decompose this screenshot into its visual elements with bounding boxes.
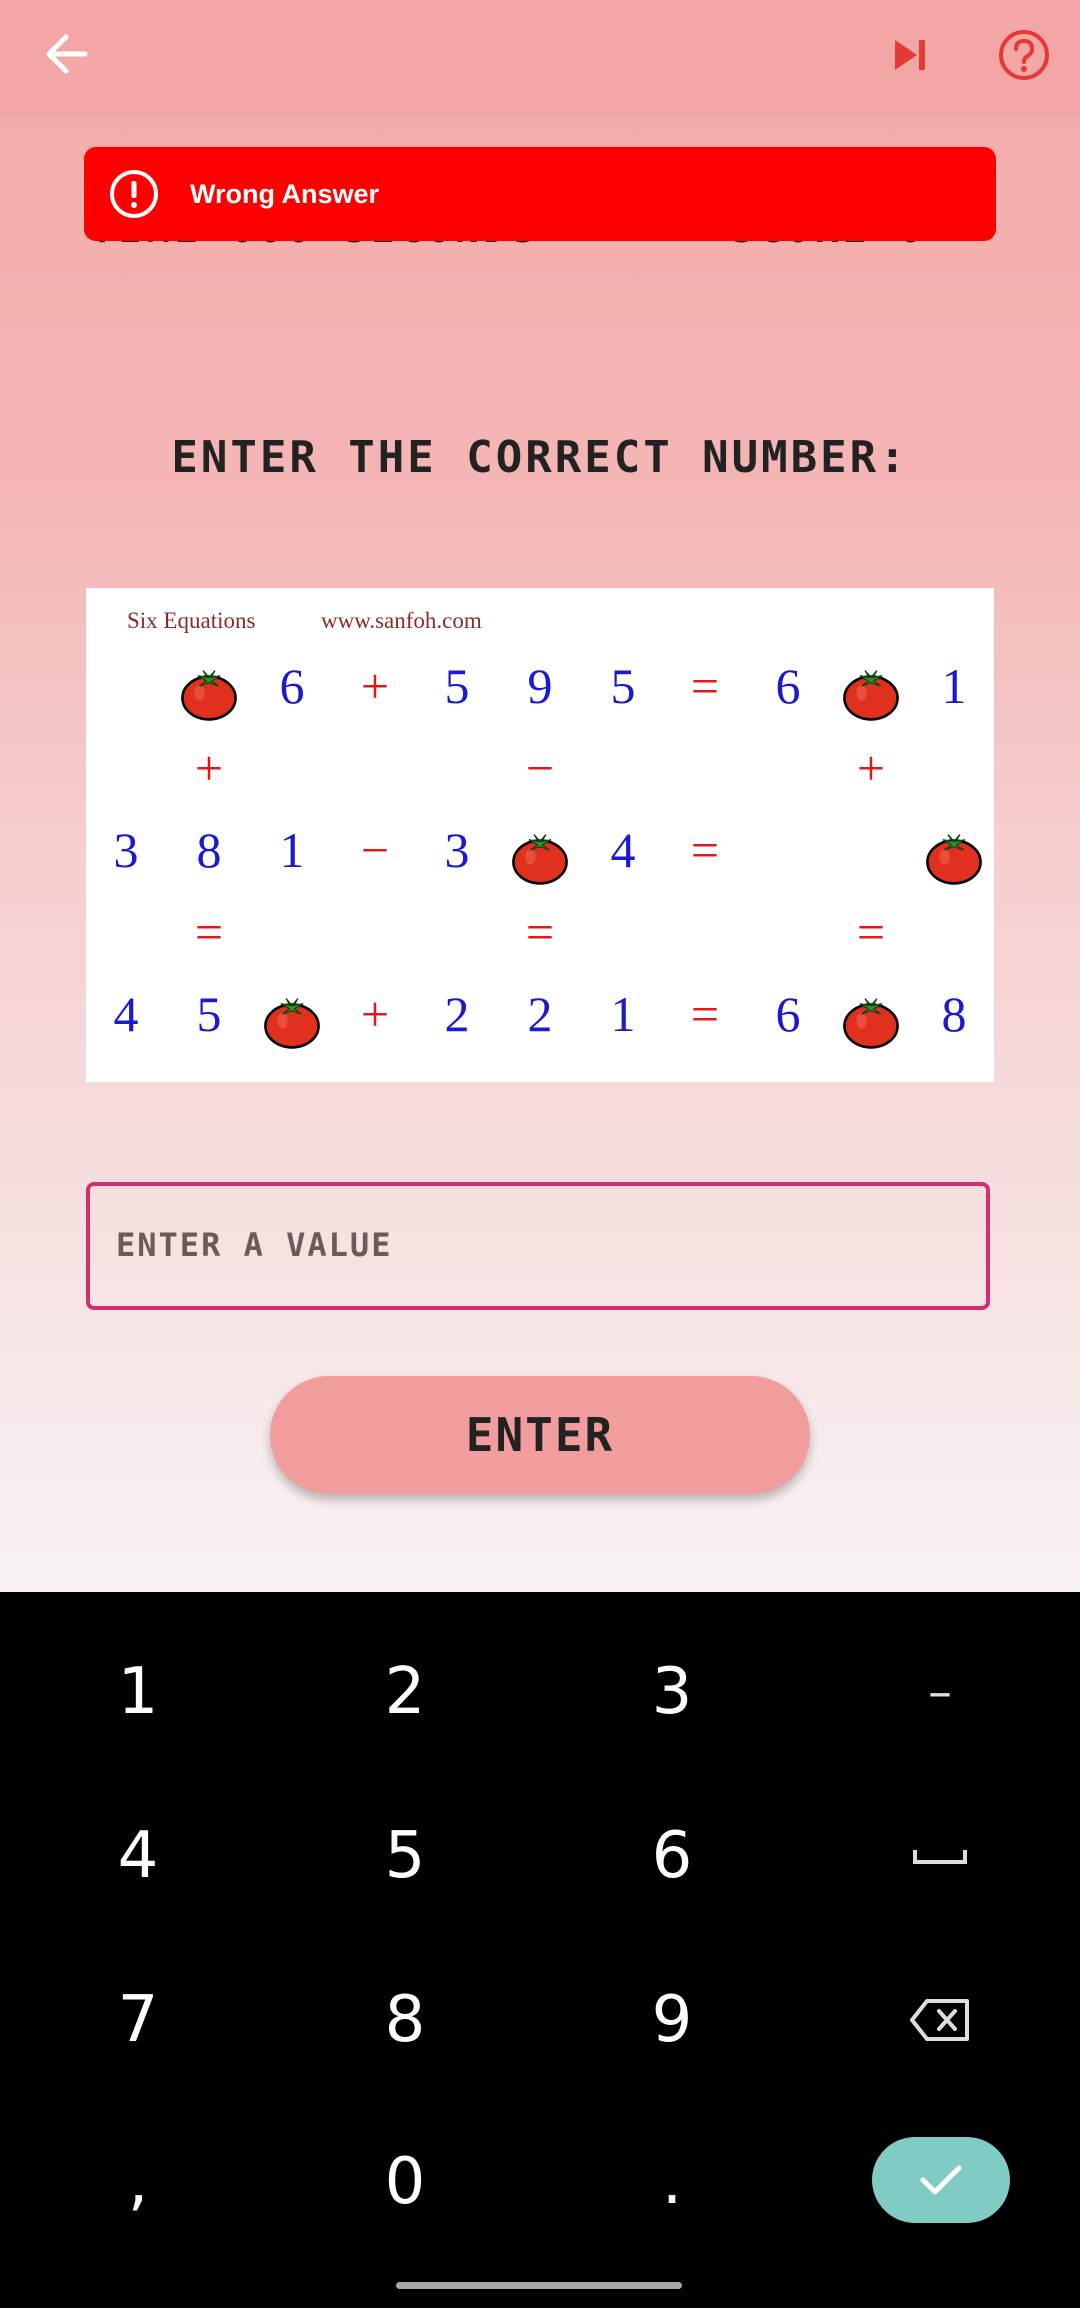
- puzzle-site: www.sanfoh.com: [321, 608, 482, 633]
- tomato-icon: [841, 662, 901, 722]
- puzzle-digit: 8: [196, 822, 222, 878]
- puzzle-operator: −: [360, 822, 390, 878]
- puzzle-digit: 5: [610, 658, 636, 714]
- backspace-icon: [910, 1999, 969, 2041]
- alert-circle-icon: [108, 168, 160, 220]
- puzzle-digit: 6: [775, 658, 801, 714]
- answer-input[interactable]: ENTER A VALUE: [86, 1182, 990, 1310]
- wrong-answer-toast: Wrong Answer: [84, 147, 996, 241]
- digit-key-0[interactable]: 0: [305, 2122, 505, 2242]
- tomato-icon: [179, 662, 239, 722]
- tomato-icon: [841, 990, 901, 1050]
- answer-input-placeholder: ENTER A VALUE: [116, 1226, 393, 1264]
- puzzle-operator: =: [525, 904, 555, 960]
- puzzle-operator: +: [360, 986, 390, 1042]
- digit-key-5[interactable]: 5: [305, 1796, 505, 1916]
- skip-next-icon[interactable]: [880, 22, 940, 88]
- digit-key-3[interactable]: 3: [572, 1632, 772, 1752]
- puzzle-operator: +: [360, 658, 390, 714]
- digit-key-6[interactable]: 6: [572, 1796, 772, 1916]
- puzzle-digit: 1: [279, 822, 305, 878]
- puzzle-digit: 6: [775, 986, 801, 1042]
- digit-key-8[interactable]: 8: [305, 1960, 505, 2080]
- help-circle-icon[interactable]: [994, 22, 1054, 88]
- puzzle-operator: =: [690, 658, 720, 714]
- puzzle-digit: 9: [527, 658, 553, 714]
- puzzle-operator: −: [525, 740, 555, 796]
- puzzle-operator: =: [690, 986, 720, 1042]
- enter-button[interactable]: ENTER: [270, 1376, 810, 1494]
- puzzle-digit: 5: [196, 986, 222, 1042]
- puzzle-digit: 4: [610, 822, 636, 878]
- digit-key-4[interactable]: 4: [38, 1796, 238, 1916]
- toast-message: Wrong Answer: [190, 178, 380, 209]
- puzzle-digit: 1: [610, 986, 636, 1042]
- instruction-heading: ENTER THE CORRECT NUMBER:: [171, 432, 909, 483]
- equation-puzzle-image: Six Equations www.sanfoh.com 6 +5 9 5 = 6 1 + − +…: [86, 588, 994, 1082]
- puzzle-title: Six Equations: [127, 608, 256, 633]
- puzzle-digit: 3: [444, 822, 470, 878]
- game-screen: TIME 000 SECONDS SCORE 0 Wrong Answer EN…: [0, 0, 1080, 1592]
- checkmark-icon: [920, 2165, 962, 2195]
- backspace-key[interactable]: [840, 1960, 1040, 2080]
- puzzle-digit: 2: [527, 986, 553, 1042]
- puzzle-digit: 8: [941, 986, 967, 1042]
- digit-key-7[interactable]: 7: [38, 1960, 238, 2080]
- top-app-bar: [0, 0, 1080, 118]
- digit-key-9[interactable]: 9: [572, 1960, 772, 2080]
- tomato-icon: [510, 826, 570, 886]
- space-bar-icon: [913, 1850, 967, 1864]
- puzzle-digit: 2: [444, 986, 470, 1042]
- tomato-icon: [924, 826, 984, 886]
- puzzle-operator: +: [194, 740, 224, 796]
- puzzle-operator: =: [690, 822, 720, 878]
- puzzle-digit: 3: [113, 822, 139, 878]
- digit-key-1[interactable]: 1: [38, 1632, 238, 1752]
- keyboard-done-key[interactable]: [872, 2137, 1010, 2223]
- period-key[interactable]: .: [572, 2122, 772, 2242]
- puzzle-digit: 4: [113, 986, 139, 1042]
- puzzle-digit: 5: [444, 658, 470, 714]
- arrow-left-icon[interactable]: [36, 24, 96, 84]
- digit-key-2[interactable]: 2: [305, 1632, 505, 1752]
- space-key[interactable]: [840, 1796, 1040, 1916]
- puzzle-digit: 1: [941, 658, 967, 714]
- minus-key[interactable]: –: [840, 1632, 1040, 1752]
- puzzle-digit: 6: [279, 658, 305, 714]
- puzzle-operator: =: [194, 904, 224, 960]
- puzzle-operator: +: [856, 740, 886, 796]
- gesture-home-bar[interactable]: [396, 2282, 682, 2289]
- comma-key[interactable]: ,: [38, 2122, 238, 2242]
- puzzle-operator: =: [856, 904, 886, 960]
- tomato-icon: [262, 990, 322, 1050]
